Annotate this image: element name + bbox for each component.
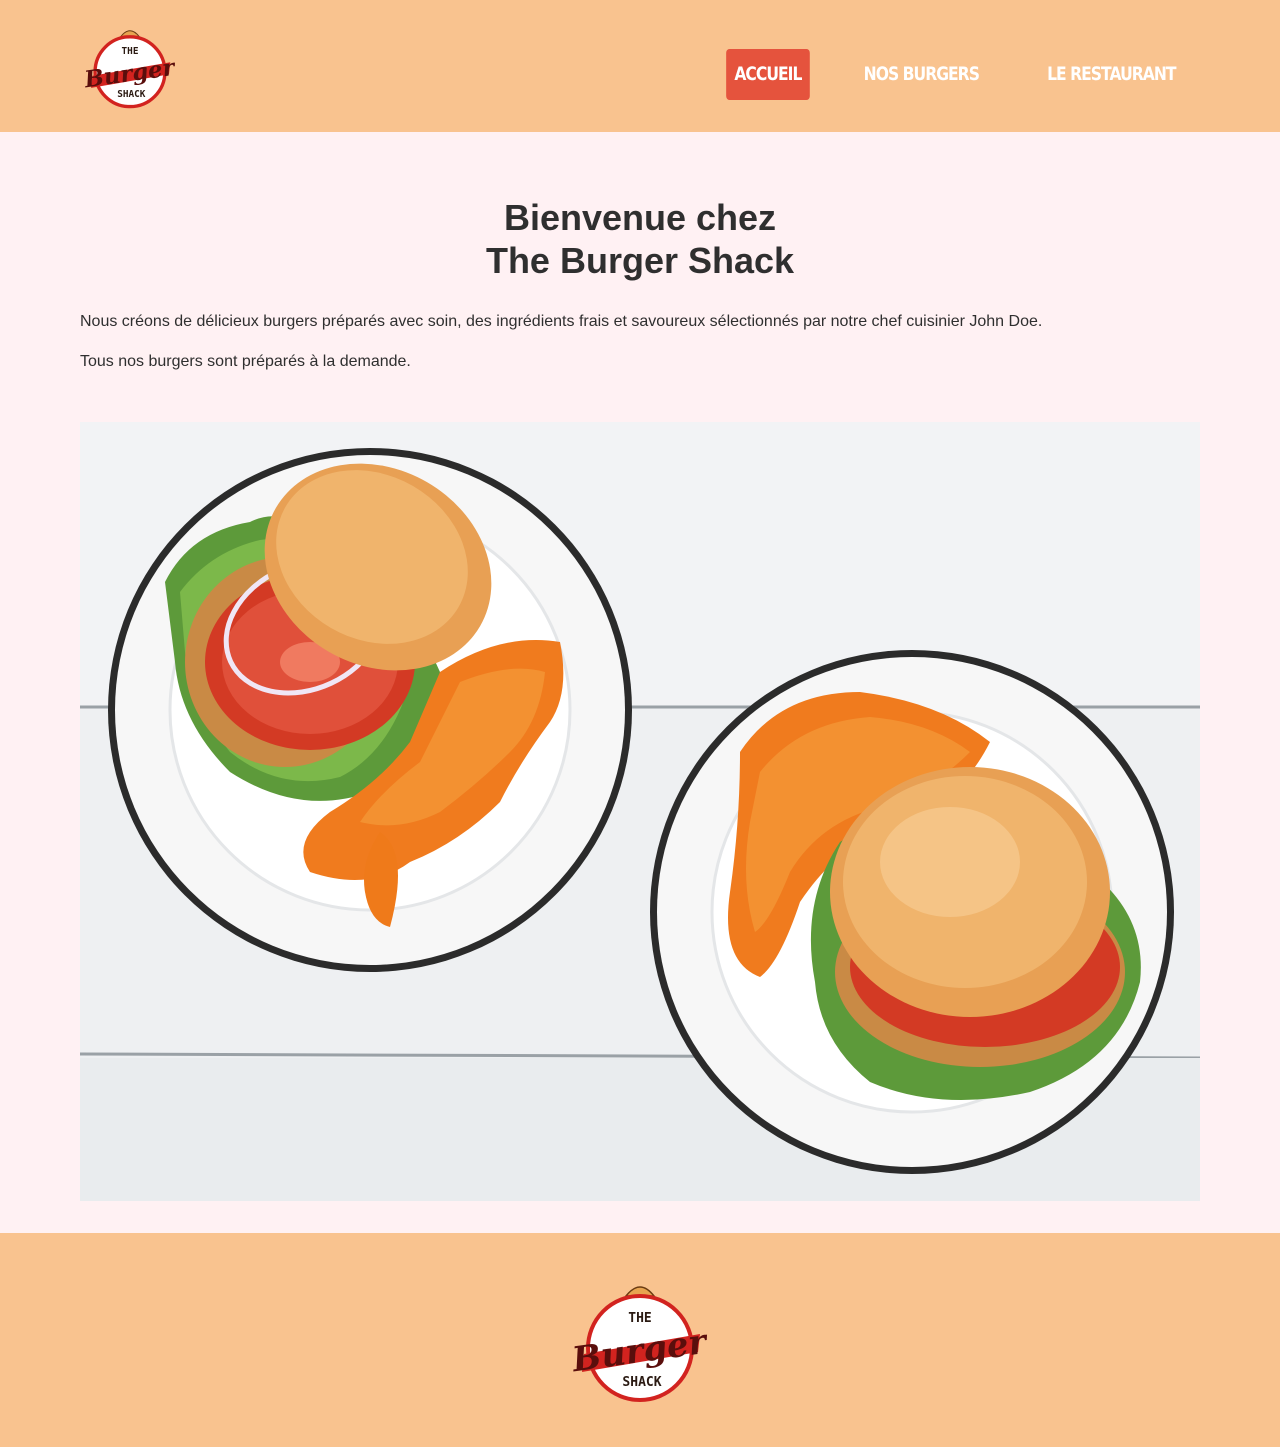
nav-nos-burgers[interactable]: NOS BURGERS (855, 49, 987, 100)
nav-le-restaurant[interactable]: LE RESTAURANT (1039, 49, 1184, 100)
page-title-line2: The Burger Shack (485, 240, 795, 281)
logo-top-text: THE (122, 46, 139, 57)
footer-logo-bottom-text: SHACK (622, 1375, 661, 1390)
main-content: Bienvenue chez The Burger Shack Nous cré… (80, 132, 1200, 1233)
burger-shack-logo-footer: THE Burger SHACK (569, 1286, 711, 1402)
nav-accueil[interactable]: ACCUEIL (726, 49, 810, 100)
footer-logo-top-text: THE (628, 1311, 651, 1326)
burger-shack-logo: THE Burger SHACK (82, 30, 178, 109)
site-header: THE Burger SHACK ACCUEIL NOS BURGERS LE … (0, 0, 1280, 132)
intro-paragraph: Nous créons de délicieux burgers préparé… (80, 313, 1043, 330)
page-title: Bienvenue chez The Burger Shack (80, 196, 1200, 282)
footer-logo: THE Burger SHACK (569, 1276, 711, 1406)
site-logo-link[interactable]: THE Burger SHACK (82, 23, 178, 111)
made-to-order-paragraph: Tous nos burgers sont préparés à la dema… (80, 353, 411, 370)
main-nav: ACCUEIL NOS BURGERS LE RESTAURANT (695, 49, 1200, 100)
hero-burgers-photo (80, 422, 1200, 1201)
logo-bottom-text: SHACK (117, 89, 146, 100)
right-plate (650, 650, 1174, 1174)
site-footer: THE Burger SHACK (0, 1233, 1280, 1447)
page-title-line1: Bienvenue chez (503, 197, 777, 238)
